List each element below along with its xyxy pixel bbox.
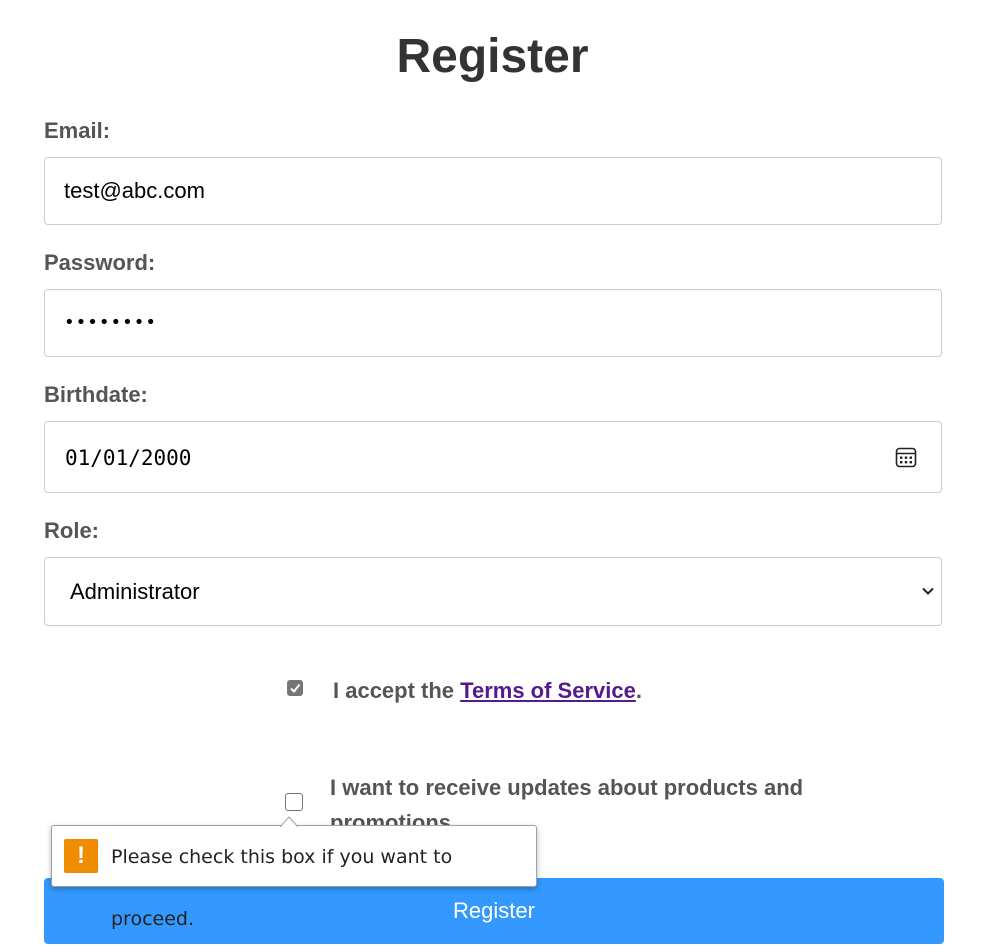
chevron-down-icon [922, 587, 934, 595]
birthdate-field[interactable]: 01/01/2000 [44, 421, 942, 493]
updates-checkbox[interactable] [285, 793, 303, 811]
register-page: Register Email: test@abc.com Password: •… [0, 0, 985, 952]
terms-of-service-link[interactable]: Terms of Service [460, 678, 636, 703]
role-select[interactable]: Administrator [44, 557, 942, 626]
terms-text-prefix: I accept the [333, 678, 461, 703]
role-label: Role: [44, 518, 99, 543]
terms-checkbox[interactable] [287, 680, 303, 696]
password-field[interactable]: •••••••• [44, 289, 942, 357]
tooltip-message: Please check this box if you want to pro… [111, 846, 453, 930]
terms-text-suffix: . [635, 678, 642, 703]
checkmark-icon [290, 683, 301, 694]
calendar-icon[interactable] [895, 446, 917, 468]
birthdate-label: Birthdate: [44, 382, 148, 407]
email-value: test@abc.com [64, 178, 205, 203]
email-label: Email: [44, 118, 111, 143]
terms-text: I accept the Terms of Service. [333, 674, 642, 708]
password-value: •••••••• [64, 312, 157, 333]
email-field[interactable]: test@abc.com [44, 157, 942, 225]
password-label: Password: [44, 250, 156, 275]
updates-text-line1: I want to receive updates about products… [330, 775, 804, 800]
role-selected-value: Administrator [70, 579, 200, 604]
warning-icon: ! [64, 839, 98, 873]
validation-tooltip: ! Please check this box if you want to p… [51, 816, 537, 930]
page-title: Register [396, 30, 589, 83]
birthdate-value: 01/01/2000 [65, 446, 192, 470]
